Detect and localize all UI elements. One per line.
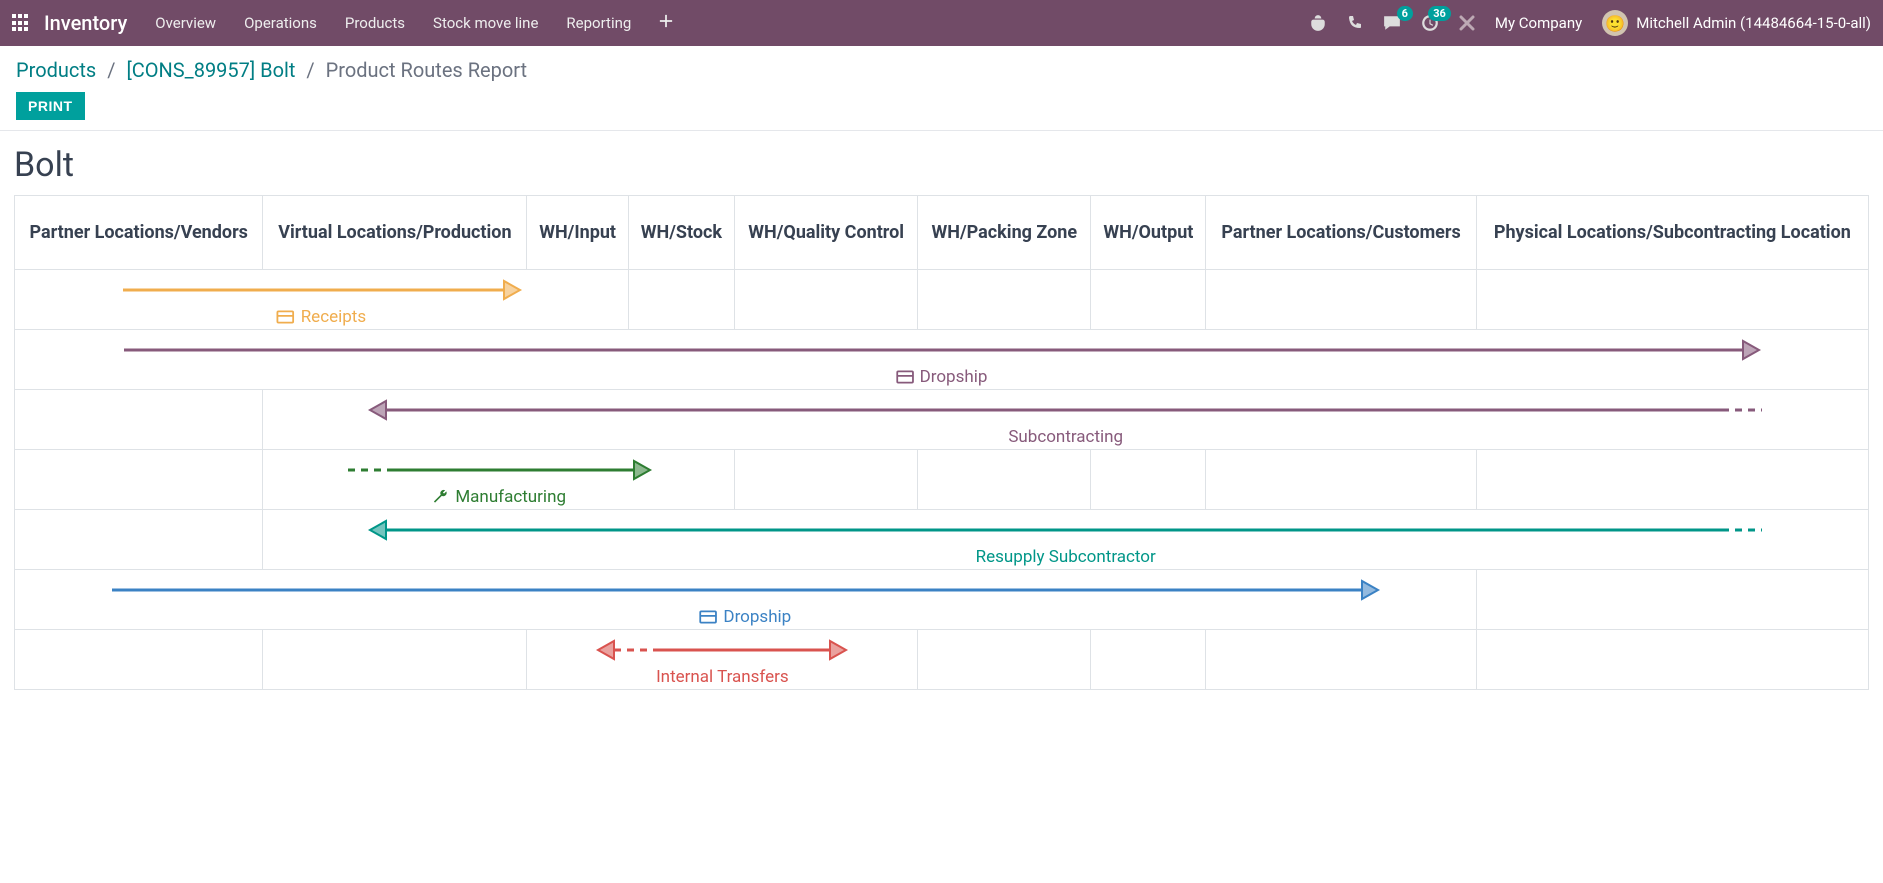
route-arrow (342, 458, 656, 482)
route-arrow (364, 398, 1768, 422)
menu-add[interactable] (659, 14, 673, 32)
report-title: Bolt (14, 145, 1869, 185)
phone-glyph-icon (1347, 15, 1363, 31)
column-header: Physical Locations/Subcontracting Locati… (1476, 196, 1868, 270)
x-tools-icon (1459, 15, 1475, 31)
main-menu: Overview Operations Products Stock move … (155, 14, 673, 32)
breadcrumb-current: Product Routes Report (326, 58, 527, 82)
route-arrow (106, 578, 1384, 602)
breadcrumb-product[interactable]: [CONS_89957] Bolt (126, 58, 295, 82)
avatar: 🙂 (1602, 10, 1628, 36)
route-row: Receipts (15, 270, 1869, 330)
route-arrow (118, 338, 1765, 362)
column-header: WH/Input (527, 196, 628, 270)
route-row: Resupply Subcontractor (15, 510, 1869, 570)
card-icon (896, 368, 914, 386)
menu-overview[interactable]: Overview (155, 14, 216, 32)
route-arrow (117, 278, 526, 302)
bug-icon (1309, 14, 1327, 32)
route-row: Internal Transfers (15, 630, 1869, 690)
routes-table: Partner Locations/VendorsVirtual Locatio… (14, 195, 1869, 690)
company-selector[interactable]: My Company (1495, 14, 1582, 32)
route-label: Resupply Subcontractor (976, 547, 1156, 567)
apps-icon[interactable] (12, 14, 30, 32)
route-label: Dropship (896, 367, 988, 387)
activities-icon[interactable]: 36 (1421, 14, 1439, 32)
debug-icon[interactable] (1309, 14, 1327, 32)
menu-reporting[interactable]: Reporting (566, 14, 631, 32)
app-name[interactable]: Inventory (44, 11, 127, 35)
menu-operations[interactable]: Operations (244, 14, 317, 32)
menu-products[interactable]: Products (345, 14, 405, 32)
main-navbar: Inventory Overview Operations Products S… (0, 0, 1883, 46)
card-icon (277, 308, 295, 326)
phone-icon[interactable] (1347, 15, 1363, 31)
column-header: WH/Quality Control (734, 196, 917, 270)
user-name: Mitchell Admin (14484664-15-0-all) (1636, 14, 1871, 32)
wrench-icon (431, 488, 449, 506)
menu-stock-move-line[interactable]: Stock move line (433, 14, 538, 32)
control-panel: Products / [CONS_89957] Bolt / Product R… (0, 46, 1883, 131)
route-row: Subcontracting (15, 390, 1869, 450)
route-label: Dropship (699, 607, 791, 627)
column-header: WH/Stock (628, 196, 734, 270)
route-arrow (592, 638, 852, 662)
route-arrow (364, 518, 1768, 542)
card-icon (699, 608, 717, 626)
messaging-icon[interactable]: 6 (1383, 14, 1401, 32)
route-row: Dropship (15, 330, 1869, 390)
column-header: WH/Output (1091, 196, 1206, 270)
user-menu[interactable]: 🙂 Mitchell Admin (14484664-15-0-all) (1602, 10, 1871, 36)
report-body: Bolt Partner Locations/VendorsVirtual Lo… (0, 131, 1883, 730)
route-row: Dropship (15, 570, 1869, 630)
column-header: Partner Locations/Customers (1206, 196, 1476, 270)
breadcrumb-products[interactable]: Products (16, 58, 96, 82)
messaging-badge: 6 (1397, 6, 1413, 21)
column-header: Virtual Locations/Production (263, 196, 527, 270)
route-label: Subcontracting (1008, 427, 1123, 447)
plus-icon (659, 14, 673, 28)
route-label: Receipts (277, 307, 366, 327)
route-label: Internal Transfers (656, 667, 789, 687)
breadcrumb-sep: / (300, 58, 320, 82)
breadcrumb-sep: / (101, 58, 121, 82)
route-label: Manufacturing (431, 487, 566, 507)
column-header: WH/Packing Zone (918, 196, 1091, 270)
tools-icon[interactable] (1459, 15, 1475, 31)
route-row: Manufacturing (15, 450, 1869, 510)
breadcrumb: Products / [CONS_89957] Bolt / Product R… (16, 58, 1867, 82)
column-header: Partner Locations/Vendors (15, 196, 263, 270)
navbar-right: 6 36 My Company 🙂 Mitchell Admin (144846… (1309, 10, 1871, 36)
print-button[interactable]: PRINT (16, 92, 85, 120)
activities-badge: 36 (1428, 6, 1451, 21)
